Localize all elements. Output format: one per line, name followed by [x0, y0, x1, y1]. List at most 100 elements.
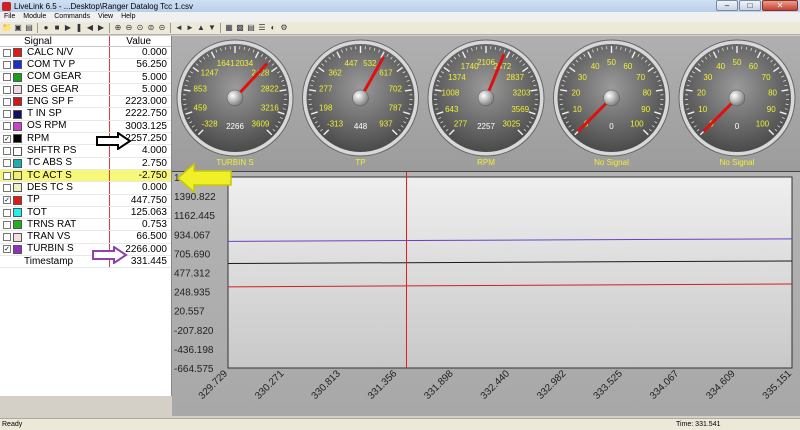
color-swatch[interactable]	[13, 244, 22, 254]
forward-icon[interactable]: ▶	[96, 23, 106, 33]
signal-row[interactable]: OS RPM 3003.125	[0, 120, 171, 134]
signal-checkbox[interactable]	[3, 85, 11, 94]
signal-checkbox[interactable]: ✓	[3, 196, 11, 205]
color-swatch[interactable]	[13, 48, 22, 58]
signal-value: 3003.125	[125, 120, 167, 132]
menu-file[interactable]: File	[0, 12, 19, 22]
signal-checkbox[interactable]: ✓	[3, 245, 11, 254]
gauge-icon[interactable]: ◐	[268, 23, 278, 33]
signal-name: SHFTR PS	[27, 145, 77, 157]
signal-checkbox[interactable]	[3, 220, 11, 229]
color-swatch[interactable]	[13, 146, 22, 156]
y-tick-label: -664.575	[174, 364, 214, 375]
color-swatch[interactable]	[13, 171, 22, 181]
signal-row[interactable]: ✓ TURBIN S 2266.000	[0, 243, 171, 257]
settings-icon[interactable]: ⚙	[279, 23, 289, 33]
chart-icon[interactable]: ▩	[235, 23, 245, 33]
cursor-down-icon[interactable]: ▼	[207, 23, 217, 33]
y-tick-label: 20.557	[174, 307, 205, 318]
rewind-icon[interactable]: ◀	[85, 23, 95, 33]
signal-row[interactable]: T IN SP 2222.750	[0, 108, 171, 121]
signal-row[interactable]: SHFTR PS 4.000	[0, 145, 171, 158]
signal-row[interactable]: CALC N/V 0.000	[0, 47, 171, 60]
color-swatch[interactable]	[13, 60, 22, 70]
value-column-header[interactable]: Value	[110, 36, 171, 47]
grid-icon[interactable]: ▦	[224, 23, 234, 33]
plot-area[interactable]	[227, 176, 793, 369]
signal-row[interactable]: TC ABS S 2.750	[0, 157, 171, 170]
signal-row[interactable]: TC ACT S -2.750	[0, 170, 171, 183]
table-icon[interactable]: ▤	[246, 23, 256, 33]
signal-checkbox[interactable]	[3, 60, 11, 69]
signal-checkbox[interactable]	[3, 97, 11, 106]
signal-row[interactable]: DES TC S 0.000	[0, 182, 171, 195]
signal-checkbox[interactable]: ✓	[3, 134, 11, 143]
signal-row[interactable]: ENG SP F 2223.000	[0, 96, 171, 109]
gauge-tick-label: 70	[762, 73, 771, 82]
color-swatch[interactable]	[13, 85, 22, 95]
zoom-fit-icon[interactable]: ⊙	[135, 23, 145, 33]
cursor-left-icon[interactable]: ◄	[174, 23, 184, 33]
signal-row[interactable]: TRNS RAT 0.753	[0, 219, 171, 232]
gauge-hub	[226, 89, 244, 107]
save-icon[interactable]: ▣	[13, 23, 23, 33]
signal-checkbox[interactable]	[3, 171, 11, 180]
signal-checkbox[interactable]	[3, 122, 11, 131]
color-swatch[interactable]	[13, 121, 22, 131]
zoom-y-icon[interactable]: ⊝	[157, 23, 167, 33]
cursor-up-icon[interactable]: ▲	[196, 23, 206, 33]
print-icon[interactable]: ▤	[24, 23, 34, 33]
pause-icon[interactable]: ❚	[74, 23, 84, 33]
signal-checkbox[interactable]	[3, 110, 11, 119]
gauge-tick-label: 3203	[513, 88, 531, 97]
color-swatch[interactable]	[13, 109, 22, 119]
color-swatch[interactable]	[13, 158, 22, 168]
menu-view[interactable]: View	[94, 12, 117, 22]
gauge-tick-label: 362	[328, 69, 342, 78]
signal-checkbox[interactable]	[3, 183, 11, 192]
zoom-in-icon[interactable]: ⊕	[113, 23, 123, 33]
signal-column-header[interactable]: Signal	[0, 36, 111, 47]
signal-row[interactable]: ✓ RPM 2257.250	[0, 133, 171, 146]
color-swatch[interactable]	[13, 134, 22, 144]
signal-checkbox[interactable]	[3, 233, 11, 242]
color-swatch[interactable]	[13, 232, 22, 242]
gauge-tick-label: 80	[643, 88, 652, 97]
close-button[interactable]: ✕	[762, 0, 798, 11]
color-swatch[interactable]	[13, 183, 22, 193]
color-swatch[interactable]	[13, 208, 22, 217]
signal-row[interactable]: TOT 125.063	[0, 207, 171, 220]
app-icon	[2, 1, 11, 11]
signal-checkbox[interactable]	[3, 147, 11, 156]
signal-row[interactable]: ✓ TP 447.750	[0, 194, 171, 207]
minimize-button[interactable]: –	[716, 0, 738, 11]
signal-checkbox[interactable]	[3, 159, 11, 168]
menu-commands[interactable]: Commands	[50, 12, 94, 22]
chart-panel: 1619.2001390.8221162.445934.067705.69047…	[172, 171, 800, 416]
signal-checkbox[interactable]	[3, 208, 11, 217]
signal-checkbox[interactable]	[3, 48, 11, 57]
list-icon[interactable]: ☰	[257, 23, 267, 33]
maximize-button[interactable]: □	[739, 0, 761, 11]
gauge-hub	[352, 89, 369, 107]
color-swatch[interactable]	[13, 195, 22, 205]
play-icon[interactable]: ▶	[63, 23, 73, 33]
cursor-right-icon[interactable]: ►	[185, 23, 195, 33]
signal-row[interactable]: COM GEAR 5.000	[0, 71, 171, 84]
menu-help[interactable]: Help	[117, 12, 139, 22]
menu-module[interactable]: Module	[19, 12, 50, 22]
stop-icon[interactable]: ■	[52, 23, 62, 33]
color-swatch[interactable]	[13, 72, 22, 82]
gauge-tick-label: 853	[194, 85, 208, 94]
signal-row[interactable]: TRAN VS 66.500	[0, 231, 171, 244]
record-icon[interactable]: ●	[41, 23, 51, 33]
open-icon[interactable]: 📁	[2, 23, 12, 33]
zoom-out-icon[interactable]: ⊖	[124, 23, 134, 33]
color-swatch[interactable]	[13, 220, 22, 230]
color-swatch[interactable]	[13, 97, 22, 107]
signal-value: 5.000	[141, 83, 167, 95]
signal-checkbox[interactable]	[3, 73, 11, 82]
zoom-x-icon[interactable]: ⊜	[146, 23, 156, 33]
signal-row[interactable]: DES GEAR 5.000	[0, 83, 171, 97]
signal-row[interactable]: COM TV P 56.250	[0, 59, 171, 72]
